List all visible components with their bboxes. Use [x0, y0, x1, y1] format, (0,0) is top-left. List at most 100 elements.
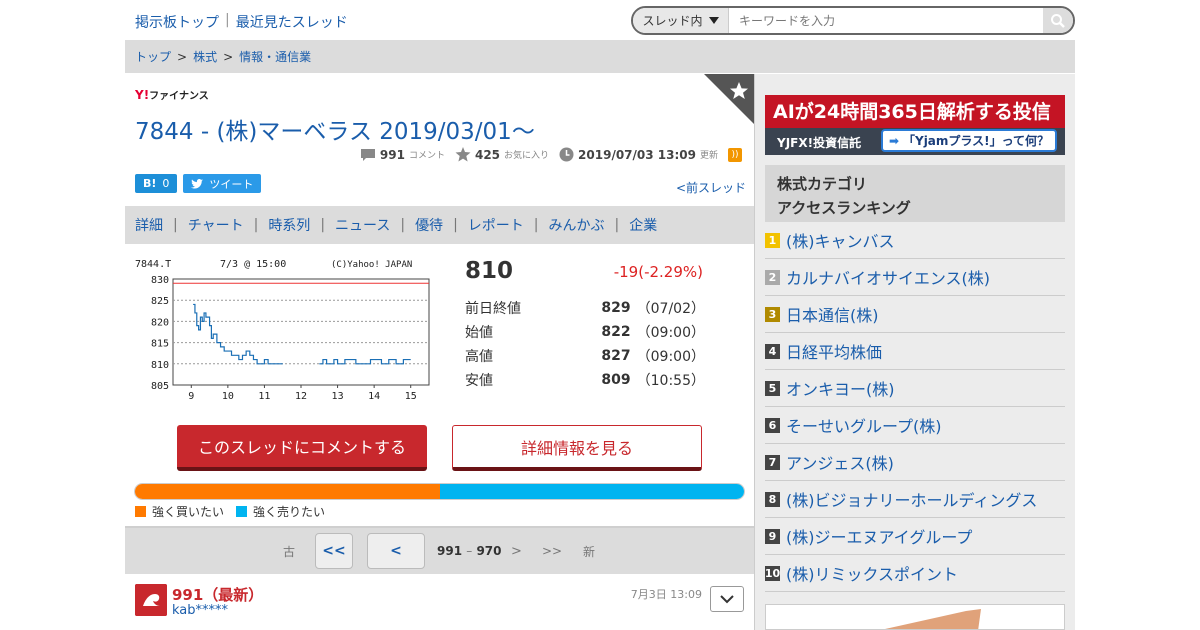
tab-news[interactable]: ニュース: [335, 215, 390, 235]
ad-banner-bottom[interactable]: [765, 604, 1065, 630]
tab-benefits[interactable]: 優待: [415, 215, 443, 235]
ranking-item[interactable]: 7 アンジェス(株): [765, 444, 1065, 481]
rank-badge: 5: [765, 380, 780, 396]
rank-name: (株)リミックスポイント: [786, 565, 959, 584]
rank-name: オンキヨー(株): [786, 380, 895, 399]
chart-y-tick-label: 825: [151, 296, 169, 307]
tweet-button[interactable]: ツイート: [183, 174, 262, 193]
intraday-chart[interactable]: 7844.T 7/3 @ 15:00 (C)Yahoo! JAPAN 830 825 82…: [135, 257, 435, 402]
pager-newest: 新: [583, 544, 596, 559]
top-nav: 掲示板トップ | 最近見たスレッド: [135, 12, 348, 32]
updated-time: 2019/07/03 13:09: [578, 147, 696, 162]
chart-x-tick-label: 12: [295, 391, 307, 402]
quote-row: 前日終値 829 （07/02）: [465, 296, 705, 320]
ranking-item[interactable]: 2 カルナバイオサイエンス(株): [765, 259, 1065, 296]
chart-header-ticker: 7844.T: [135, 259, 171, 270]
ranking-item[interactable]: 8 (株)ビジョナリーホールディングス: [765, 481, 1065, 518]
chart-y-tick-label: 815: [151, 339, 169, 350]
comment-user[interactable]: kab*****: [172, 603, 228, 618]
sentiment-buy-fill: [135, 484, 440, 499]
price-change: -19(-2.29%): [613, 263, 703, 281]
comment-menu-button[interactable]: [710, 586, 744, 612]
chart-header-time: 7/3 @ 15:00: [220, 259, 286, 270]
search-input[interactable]: [729, 8, 1043, 33]
nav-recent-threads[interactable]: 最近見たスレッド: [236, 12, 348, 32]
twitter-bird-icon: [191, 178, 204, 188]
quote-value: 827: [601, 348, 631, 364]
quote-time: （09:00）: [636, 349, 705, 365]
chart-x-tick-label: 11: [258, 391, 270, 402]
ranking-title-line2: アクセスランキング: [777, 199, 911, 217]
search-scope-select[interactable]: スレッド内: [633, 8, 729, 33]
quote-time: （07/02）: [636, 301, 705, 317]
pager-prev-button[interactable]: <: [367, 533, 425, 569]
nav-board-top[interactable]: 掲示板トップ: [135, 12, 219, 32]
legend-buy: 強く買いたい: [135, 503, 224, 520]
pager-range-dash: –: [466, 544, 473, 558]
yahoo-finance-logo[interactable]: Y!ファイナンス: [135, 87, 209, 102]
breadcrumb-stocks[interactable]: 株式: [193, 48, 217, 65]
ad-image: [885, 609, 981, 629]
rank-name: (株)ジーエヌアイグループ: [786, 528, 973, 547]
ranking-item[interactable]: 3 日本通信(株): [765, 296, 1065, 333]
favorite-count: 425: [474, 147, 501, 162]
ranking-item[interactable]: 6 そーせいグループ(株): [765, 407, 1065, 444]
breadcrumb-top[interactable]: トップ: [135, 48, 171, 65]
comment-count-label: コメント: [408, 151, 445, 161]
tab-detail[interactable]: 詳細: [135, 215, 163, 235]
tab-company[interactable]: 企業: [629, 215, 657, 235]
previous-thread-link[interactable]: <前スレッド: [676, 179, 746, 196]
post-comment-button[interactable]: このスレッドにコメントする: [177, 425, 427, 471]
avatar[interactable]: [135, 584, 167, 616]
rank-name: アンジェス(株): [786, 454, 894, 473]
breadcrumb-industry[interactable]: 情報・通信業: [239, 48, 311, 65]
favorite-star-corner[interactable]: [704, 74, 754, 124]
chart-y-tick-label: 810: [151, 360, 169, 371]
tab-separator: |: [253, 217, 259, 233]
tab-report[interactable]: レポート: [468, 215, 524, 235]
tab-chart[interactable]: チャート: [188, 215, 244, 235]
ranking-item[interactable]: 9 (株)ジーエヌアイグループ: [765, 518, 1065, 555]
quote-time: （09:00）: [636, 325, 705, 341]
hatena-bookmark-button[interactable]: B! 0: [135, 174, 178, 193]
tab-separator: |: [453, 217, 458, 233]
tab-separator: |: [173, 217, 178, 233]
sidebar: AIが24時間365日解析する投信 YJFX!投資信託 ➡ 「Yjamプラス!」っ…: [754, 74, 1075, 630]
search-button[interactable]: [1043, 8, 1073, 33]
quote-label: 前日終値: [465, 301, 521, 317]
ranking-item[interactable]: 5 オンキヨー(株): [765, 370, 1065, 407]
rank-badge: 6: [765, 417, 780, 433]
pager-range-start: 991: [437, 544, 463, 558]
sentiment-sell-fill: [439, 484, 744, 499]
tab-separator: |: [400, 217, 406, 233]
pager-first-button[interactable]: <<: [315, 533, 353, 569]
ranking-item[interactable]: 4 日経平均株価: [765, 333, 1065, 370]
ad-banner[interactable]: AIが24時間365日解析する投信 YJFX!投資信託 ➡ 「Yjamプラス!」っ…: [765, 95, 1065, 155]
main-column: Y!ファイナンス 7844 - (株)マーベラス 2019/03/01〜 991…: [125, 74, 754, 630]
ranking-item[interactable]: 10 (株)リミックスポイント: [765, 555, 1065, 592]
ranking-item[interactable]: 1 (株)キャンバス: [765, 222, 1065, 259]
arrow-right-icon: ➡: [888, 133, 899, 148]
rank-badge: 4: [765, 343, 780, 359]
rank-badge: 3: [765, 306, 780, 322]
chevron-down-icon: [708, 17, 719, 24]
rank-badge: 1: [765, 232, 780, 248]
quote-label: 始値: [465, 325, 493, 341]
ranking-list: 1 (株)キャンバス 2 カルナバイオサイエンス(株) 3 日本通信(株) 4 日経平均…: [765, 222, 1065, 592]
ad-brand: YJFX!投資信託: [777, 136, 862, 150]
tab-timeseries[interactable]: 時系列: [268, 215, 310, 235]
chart-x-tick-label: 10: [222, 391, 234, 402]
rss-icon[interactable]: )): [728, 147, 742, 162]
rank-badge: 8: [765, 491, 780, 507]
chevron-down-icon: [720, 594, 734, 603]
logo-text: ファイナンス: [149, 91, 209, 102]
ad-headline: AIが24時間365日解析する投信: [773, 101, 1051, 123]
logo-mark: Y!: [135, 88, 150, 102]
quote-value: 822: [601, 324, 631, 340]
chart-x-tick-label: 13: [332, 391, 344, 402]
tab-minkabu[interactable]: みんかぶ: [549, 215, 605, 235]
comment-number[interactable]: 991（最新）: [172, 584, 263, 605]
view-details-button[interactable]: 詳細情報を見る: [452, 425, 702, 471]
rank-badge: 2: [765, 269, 780, 285]
chart-y-tick-label: 830: [151, 275, 169, 286]
